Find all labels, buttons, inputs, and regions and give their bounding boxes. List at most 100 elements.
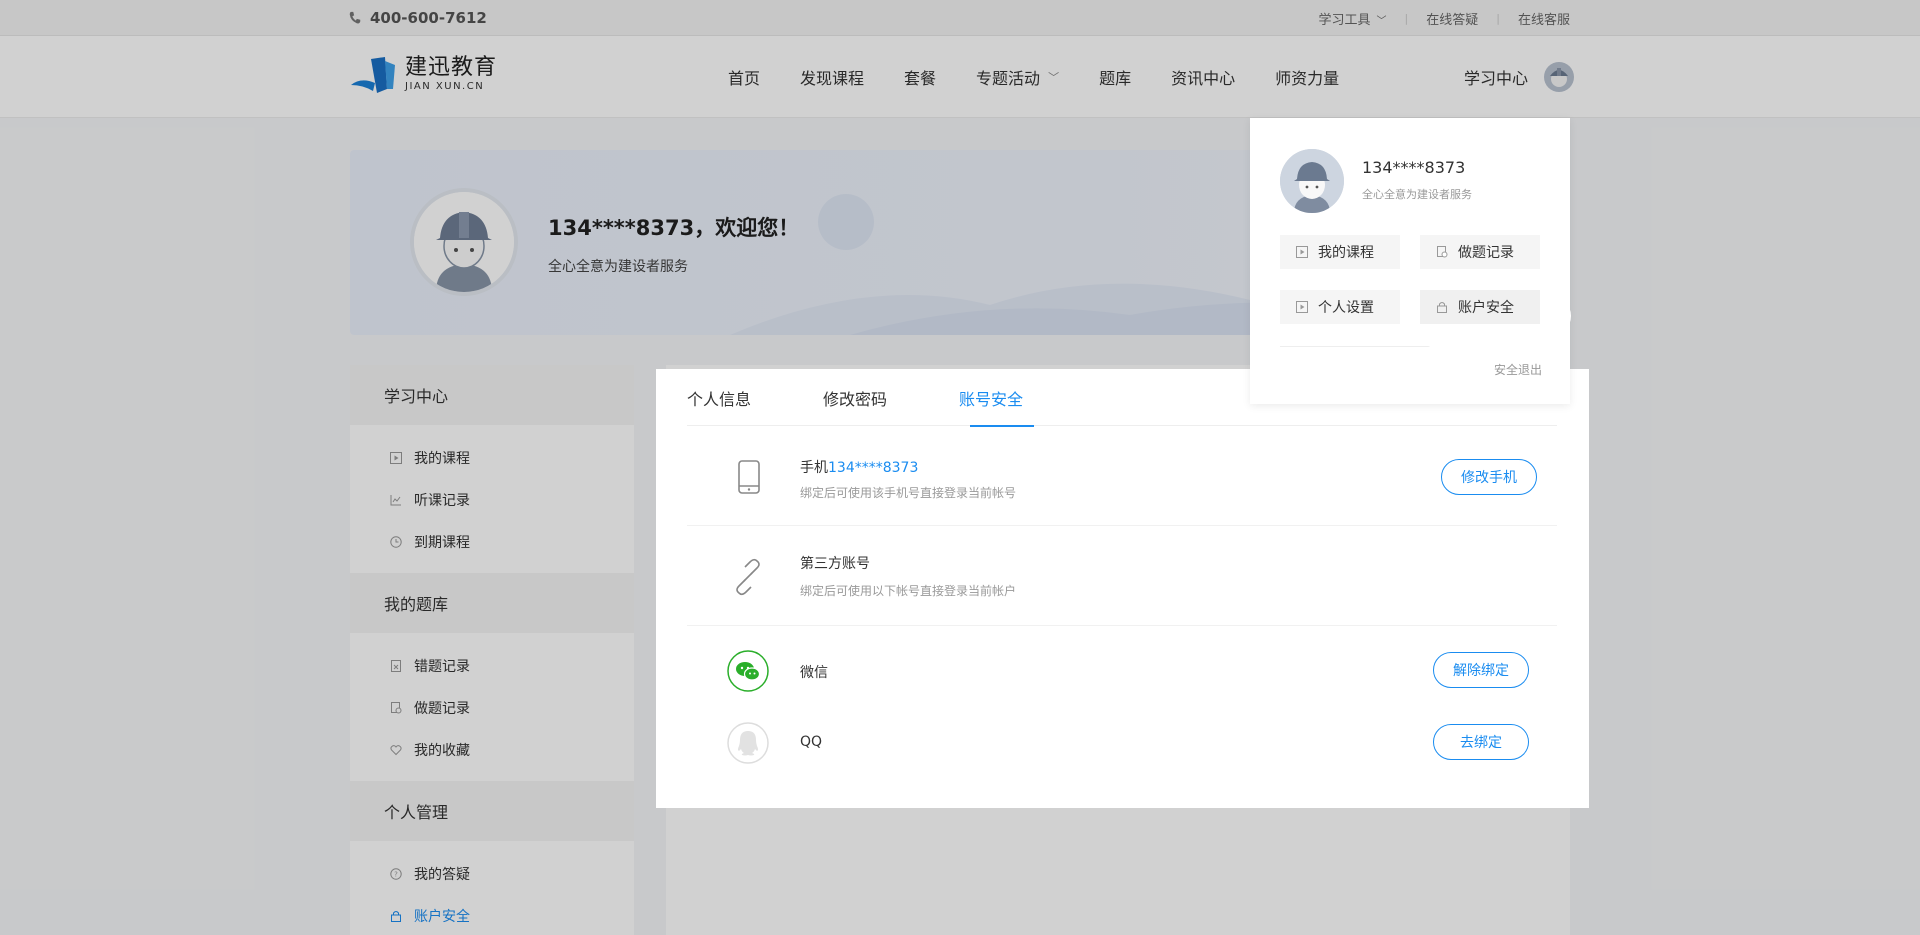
dropdown-username: 134****8373 [1362,158,1466,177]
logout-link[interactable]: 安全退出 [1494,361,1542,378]
button-label: 账户安全 [1458,300,1514,316]
bind-qq-button[interactable]: 去绑定 [1433,724,1529,760]
qq-row: QQ 去绑定 [687,698,1557,770]
main-header: 建迅教育 JIAN XUN.CN 首页 发现课程 套餐 专题活动 ﹀ 题库 资讯中… [0,36,1920,118]
account-security-panel: 个人信息 修改密码 账号安全 手机134****8373 绑定后可使用该手机号直… [657,370,1588,807]
chevron-down-icon: ﹀ [1048,71,1060,84]
sidebar-item-label: 做题记录 [414,701,470,717]
avatar[interactable] [1544,62,1575,92]
dropdown-practice-record-button[interactable]: 做题记录 [1420,235,1540,269]
sidebar-item-history[interactable]: 听课记录 [350,479,634,521]
user-dropdown-menu: 134****8373 全心全意为建设者服务 我的课程 做题记录 个人设置 安全… [1250,118,1570,404]
dropdown-settings-button[interactable]: 个人设置 [1280,290,1400,324]
top-bar: 400-600-7612 学习工具 ﹀ | 在线答疑 | 在线客服 [0,0,1920,36]
sidebar-section-personal: 个人管理 [350,781,634,841]
third-party-title: 第三方账号 [800,556,870,572]
nav-teachers[interactable]: 师资力量 [1275,65,1339,89]
sidebar-item-favorites[interactable]: 我的收藏 [350,729,634,771]
sidebar-item-expired[interactable]: 到期课程 [350,521,634,563]
nav-question-bank[interactable]: 题库 [1099,65,1131,89]
dropdown-my-courses-button[interactable]: 我的课程 [1280,235,1400,269]
hotline-number: 400-600-7612 [370,9,487,27]
sidebar-item-label: 听课记录 [414,493,470,509]
tab-personal-info[interactable]: 个人信息 [687,370,751,426]
sidebar-item-my-qa[interactable]: ? 我的答疑 [350,853,634,895]
sidebar-item-label: 我的课程 [414,451,470,467]
practice-record-icon [1437,246,1448,258]
question-icon: ? [390,868,402,880]
nav-packages[interactable]: 套餐 [904,65,936,89]
dropdown-slogan: 全心全意为建设者服务 [1362,188,1472,201]
chevron-down-icon: ﹀ [1376,15,1387,27]
tab-account-security[interactable]: 账号安全 [959,370,1035,427]
dropdown-account-security-button[interactable]: 账户安全 [1420,290,1540,324]
nav-news[interactable]: 资讯中心 [1171,65,1235,89]
decorative-circle [818,194,874,250]
welcome-text: 134****8373，欢迎您！ [548,216,800,240]
lock-icon [1437,302,1447,313]
logo-name: 建迅教育 [405,55,498,80]
phone-description: 绑定后可使用该手机号直接登录当前帐号 [800,486,1017,500]
play-icon [1296,246,1308,258]
qq-label: QQ [800,734,823,750]
error-record-icon [391,660,401,672]
button-label: 做题记录 [1458,245,1514,261]
online-qa-link[interactable]: 在线答疑 [1426,9,1478,28]
phone-title: 手机134****8373 [800,457,918,477]
sidebar-section-study: 学习中心 [350,365,634,425]
heart-icon [390,745,402,756]
third-party-row: 第三方账号 绑定后可使用以下帐号直接登录当前帐户 [687,526,1557,626]
third-party-description: 绑定后可使用以下帐号直接登录当前帐户 [800,584,1017,598]
logo-domain: JIAN XUN.CN [405,81,485,92]
sidebar-item-label: 错题记录 [414,659,470,675]
lock-icon [391,911,401,922]
sidebar-item-practice[interactable]: 做题记录 [350,687,634,729]
tab-change-password[interactable]: 修改密码 [823,370,887,426]
phone-number: 134****8373 [828,460,919,476]
phone-row: 手机134****8373 绑定后可使用该手机号直接登录当前帐号 修改手机 [687,426,1557,526]
sidebar: 学习中心 我的课程 听课记录 到期课程 我的题库 错题记录 做题记录 我的收藏 … [350,365,634,935]
change-phone-button[interactable]: 修改手机 [1441,459,1537,495]
nav-home[interactable]: 首页 [728,65,760,89]
wechat-label: 微信 [800,665,828,681]
hotline: 400-600-7612 [348,0,487,36]
play-icon [390,452,402,464]
sidebar-item-my-courses[interactable]: 我的课程 [350,437,634,479]
user-center[interactable]: 学习中心 [1464,36,1575,118]
study-tools-link[interactable]: 学习工具 ﹀ [1319,9,1387,28]
chart-icon [390,495,401,506]
link-icon [736,558,760,596]
mobile-phone-icon [738,460,760,494]
phone-icon [349,11,361,24]
button-label: 我的课程 [1318,245,1374,261]
sidebar-section-questions: 我的题库 [350,573,634,633]
site-logo[interactable]: 建迅教育 JIAN XUN.CN [349,55,497,95]
clock-icon [390,536,402,548]
sidebar-item-account-security[interactable]: 账户安全 [350,895,634,935]
nav-activities[interactable]: 专题活动 ﹀ [976,65,1059,89]
banner-slogan: 全心全意为建设者服务 [548,259,688,275]
wechat-row: 微信 解除绑定 [687,626,1557,698]
dropdown-avatar [1280,149,1344,213]
user-center-label[interactable]: 学习中心 [1464,65,1528,89]
sidebar-item-mistakes[interactable]: 错题记录 [350,645,634,687]
unbind-wechat-button[interactable]: 解除绑定 [1433,652,1529,688]
qq-icon [727,722,769,764]
play-icon [1296,301,1308,313]
sidebar-item-label: 我的收藏 [414,743,470,759]
divider: | [1404,11,1409,25]
wechat-icon [727,650,769,692]
top-links: 学习工具 ﹀ | 在线答疑 | 在线客服 [1319,0,1570,36]
sidebar-item-label: 账户安全 [414,909,470,925]
phone-label: 手机 [800,460,828,476]
practice-record-icon [391,702,402,714]
sidebar-item-label: 到期课程 [414,535,470,551]
sidebar-item-label: 我的答疑 [414,867,470,883]
nav-courses[interactable]: 发现课程 [800,65,864,89]
profile-avatar [410,188,518,296]
logo-mark-icon [351,57,395,93]
divider: | [1496,11,1500,25]
online-service-link[interactable]: 在线客服 [1518,9,1570,28]
svg-text:?: ? [394,871,398,879]
button-label: 个人设置 [1318,300,1374,316]
